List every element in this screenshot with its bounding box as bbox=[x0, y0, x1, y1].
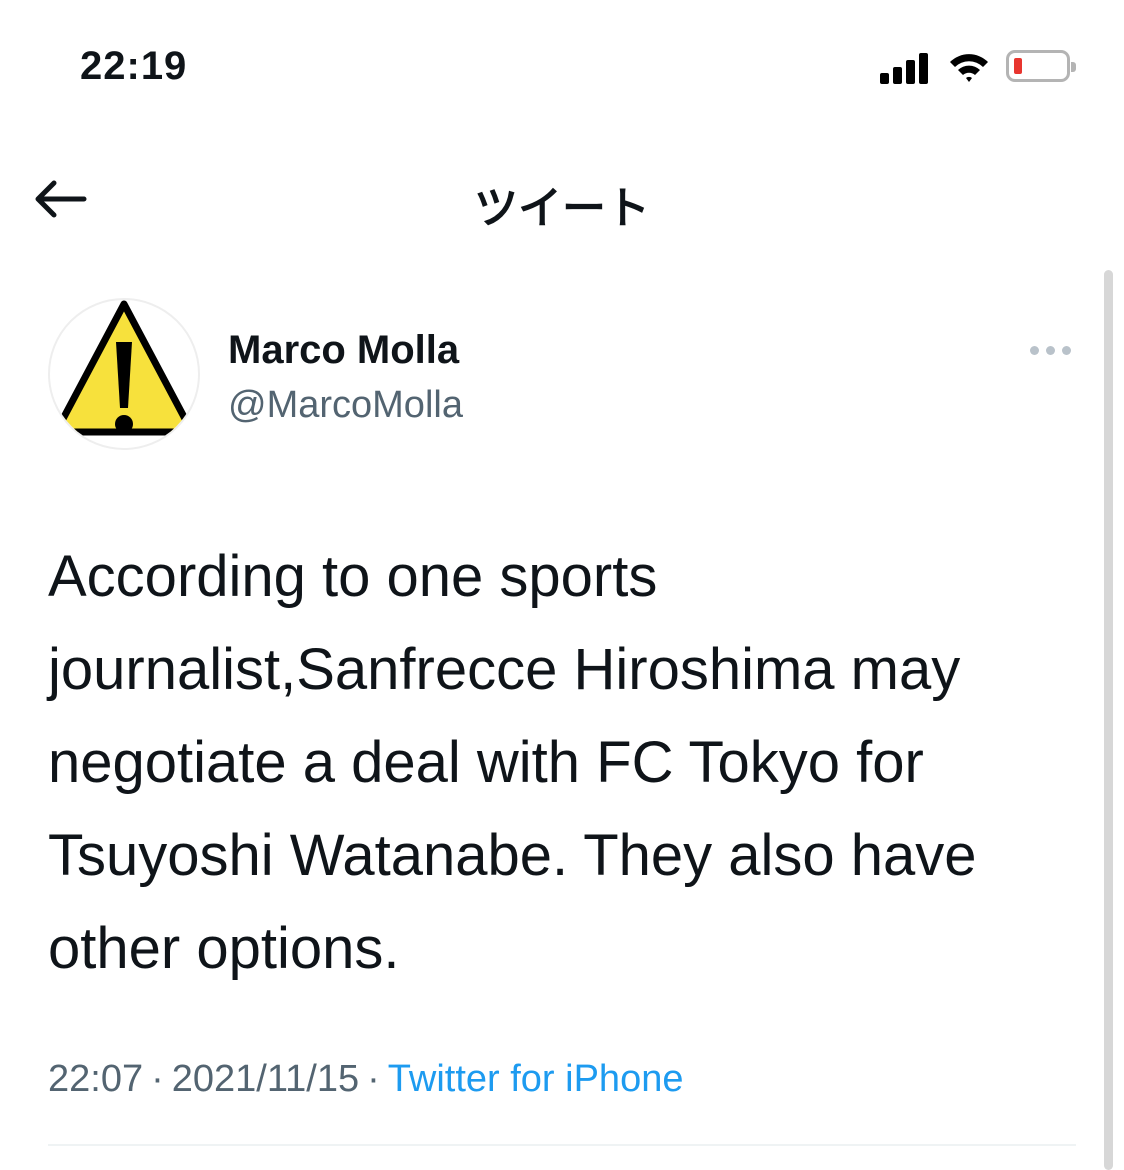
more-options-icon[interactable] bbox=[1026, 338, 1074, 362]
navigation-bar: ツイート bbox=[0, 150, 1124, 250]
status-time: 22:19 bbox=[80, 44, 188, 88]
wifi-icon bbox=[948, 50, 990, 84]
tweet-metadata: 22:07 · 2021/11/15 · Twitter for iPhone bbox=[48, 1058, 683, 1101]
cellular-signal-icon bbox=[880, 52, 932, 84]
display-name[interactable]: Marco Molla bbox=[228, 328, 459, 373]
separator-dot: · bbox=[151, 1058, 164, 1100]
tweet-source-link[interactable]: Twitter for iPhone bbox=[388, 1058, 684, 1100]
status-bar: 22:19 bbox=[0, 0, 1124, 130]
divider bbox=[48, 1144, 1076, 1146]
page-title: ツイート bbox=[474, 183, 650, 234]
user-handle[interactable]: @MarcoMolla bbox=[228, 384, 463, 427]
scrollbar[interactable] bbox=[1104, 270, 1113, 1170]
warning-sign-icon bbox=[52, 300, 196, 436]
tweet-time: 22:07 bbox=[48, 1058, 144, 1100]
tweet-date: 2021/11/15 bbox=[171, 1058, 360, 1100]
avatar[interactable] bbox=[48, 298, 200, 450]
battery-low-icon bbox=[1006, 50, 1076, 82]
tweet-text: According to one sports journalist,Sanfr… bbox=[48, 544, 977, 981]
separator-dot: · bbox=[367, 1058, 380, 1100]
